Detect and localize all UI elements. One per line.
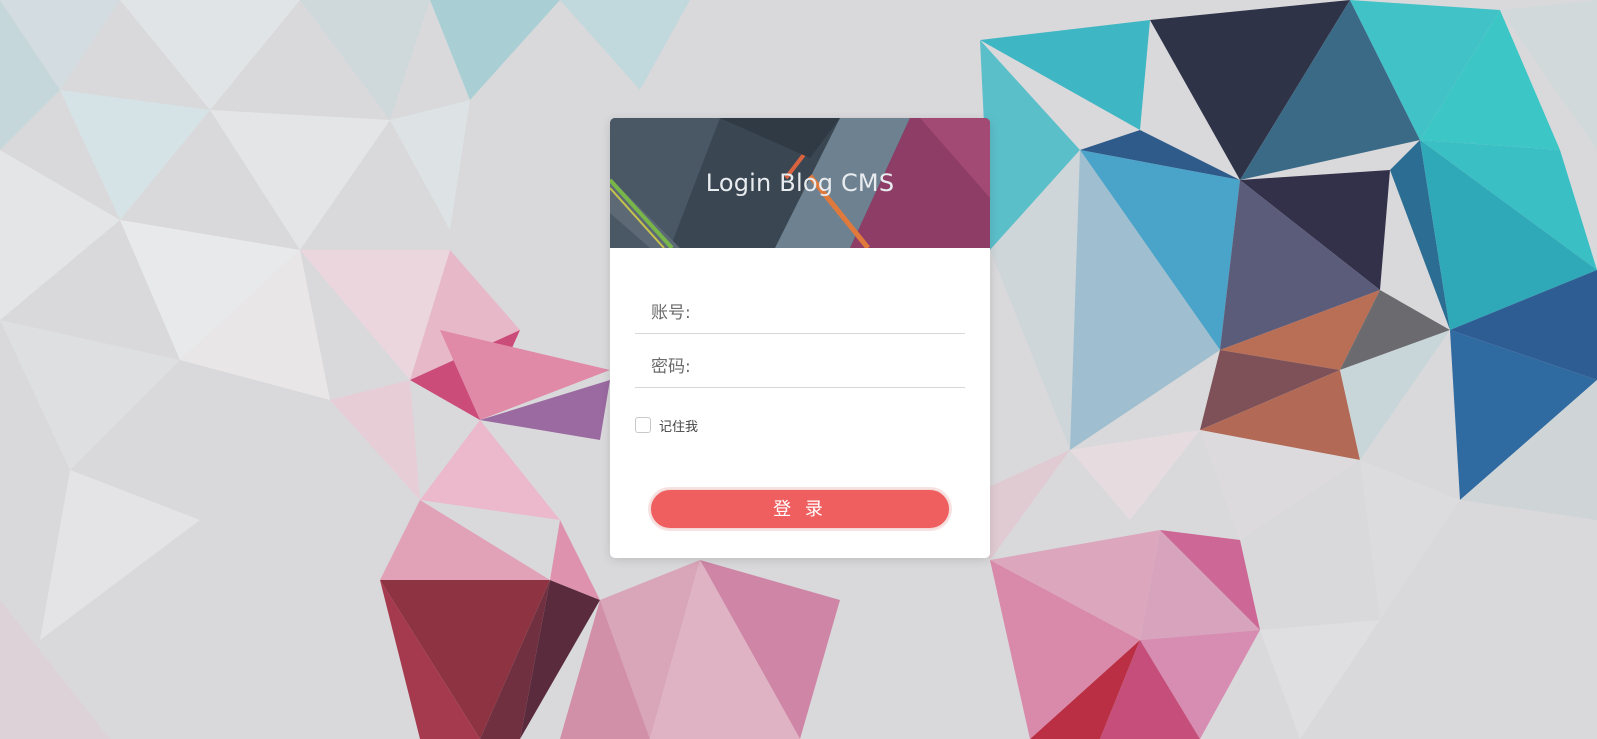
login-card: Login Blog CMS 记住我 登 录 [610,118,990,558]
login-card-header: Login Blog CMS [610,118,990,248]
remember-checkbox[interactable] [635,417,651,433]
login-title: Login Blog CMS [705,169,895,197]
password-field [635,347,965,388]
account-field [635,293,965,334]
remember-me[interactable]: 记住我 [635,415,698,435]
login-button[interactable]: 登 录 [650,489,950,529]
account-input[interactable] [635,293,965,333]
password-input[interactable] [635,347,965,387]
remember-label: 记住我 [659,419,699,435]
